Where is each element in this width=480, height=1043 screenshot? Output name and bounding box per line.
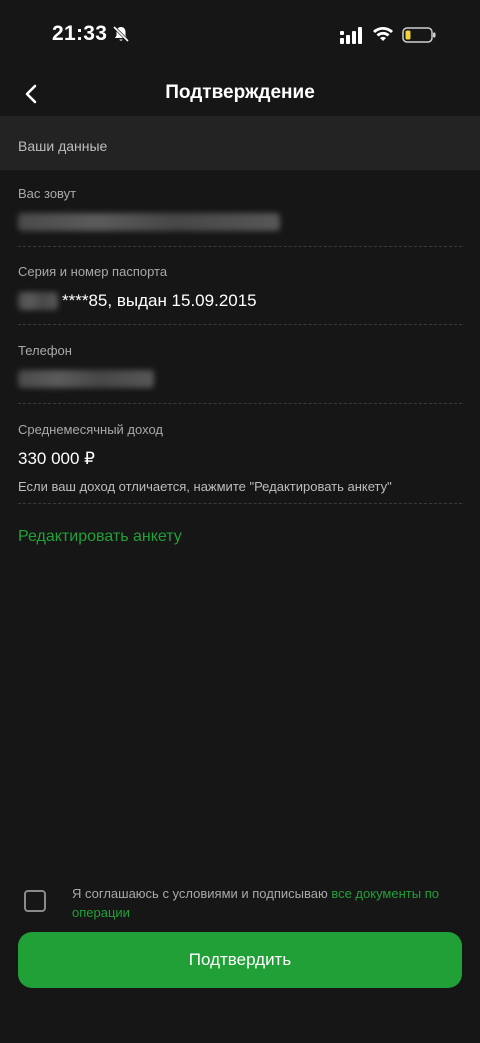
bell-muted-icon <box>112 25 130 43</box>
phone-label: Телефон <box>18 343 72 358</box>
agreement-checkbox[interactable] <box>24 890 46 912</box>
phone-redacted <box>18 370 154 388</box>
wifi-icon <box>373 27 393 41</box>
section-header: Ваши данные <box>0 116 480 170</box>
section-title: Ваши данные <box>18 138 108 154</box>
agreement-text: Я соглашаюсь с условиями и подписываю вс… <box>72 884 452 922</box>
battery-icon <box>402 27 436 43</box>
confirm-button[interactable]: Подтвердить <box>18 932 462 988</box>
field-phone: Телефон <box>18 343 462 388</box>
divider <box>18 324 462 325</box>
name-label: Вас зовут <box>18 186 77 201</box>
income-label: Среднемесячный доход <box>18 422 163 437</box>
status-time: 21:33 <box>52 22 108 45</box>
phone-value <box>18 370 462 388</box>
name-redacted <box>18 213 280 231</box>
income-hint: Если ваш доход отличается, нажмите "Реда… <box>18 479 392 494</box>
field-name: Вас зовут <box>18 186 462 231</box>
passport-series-redacted <box>18 292 58 310</box>
field-income: Среднемесячный доход 330 000 ₽ Если ваш … <box>18 422 462 494</box>
agreement-text-plain: Я соглашаюсь с условиями и подписываю <box>72 886 332 901</box>
agreement-row: Я соглашаюсь с условиями и подписываю вс… <box>18 882 462 922</box>
name-value <box>18 213 462 231</box>
field-passport: Серия и номер паспорта ****85, выдан 15.… <box>18 264 462 311</box>
nav-bar: Подтверждение <box>0 72 480 116</box>
passport-value: ****85, выдан 15.09.2015 <box>62 291 257 310</box>
status-bar: 21:33 <box>0 0 480 72</box>
divider <box>18 503 462 504</box>
divider <box>18 246 462 247</box>
divider <box>18 403 462 404</box>
income-value: 330 000 ₽ <box>18 449 95 468</box>
cellular-signal-icon <box>340 27 362 44</box>
edit-form-link[interactable]: Редактировать анкету <box>18 528 182 546</box>
passport-value-row: ****85, выдан 15.09.2015 <box>18 291 462 311</box>
passport-label: Серия и номер паспорта <box>18 264 168 279</box>
page-title: Подтверждение <box>165 82 315 103</box>
